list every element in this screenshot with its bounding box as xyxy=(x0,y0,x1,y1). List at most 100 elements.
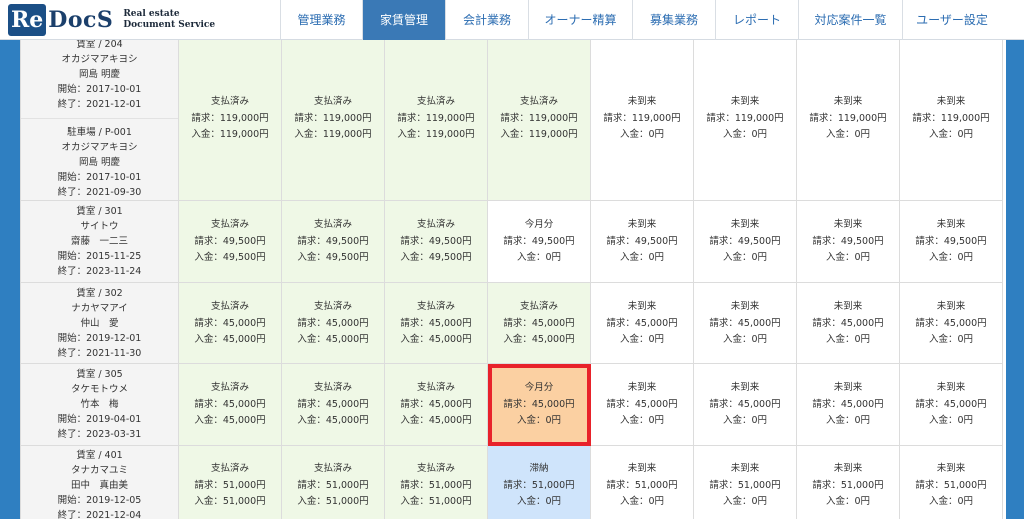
billed-amount: 請求：49,500円 xyxy=(194,236,266,247)
payment-cell-future[interactable]: 未到来 請求：45,000円 入金：0円 xyxy=(590,282,694,364)
payment-cell-paid[interactable]: 支払済み 請求：51,000円 入金：51,000円 xyxy=(281,445,385,519)
received-amount: 入金：0円 xyxy=(619,415,665,426)
payment-cell-future[interactable]: 未到来 請求：119,000円 入金：0円 xyxy=(796,40,900,201)
nav-item-3[interactable]: 会計業務 xyxy=(445,0,528,40)
payment-cell-paid[interactable]: 支払済み 請求：45,000円 入金：45,000円 xyxy=(281,282,385,364)
payment-cell-future[interactable]: 未到来 請求：45,000円 入金：0円 xyxy=(693,282,797,364)
billed-amount: 請求：119,000円 xyxy=(603,113,681,124)
payment-cell-paid[interactable]: 支払済み 請求：51,000円 入金：51,000円 xyxy=(384,445,488,519)
payment-cell-future[interactable]: 未到来 請求：49,500円 入金：0円 xyxy=(590,200,694,283)
payment-cell-paid[interactable]: 支払済み 請求：119,000円 入金：119,000円 xyxy=(487,40,591,201)
payment-cell-future[interactable]: 未到来 請求：51,000円 入金：0円 xyxy=(796,445,900,519)
nav-item-8[interactable]: ユーザー設定 xyxy=(902,0,1001,40)
billed-amount: 請求：119,000円 xyxy=(397,113,475,124)
received-amount: 入金：0円 xyxy=(825,129,871,140)
payment-status-label: 未到来 xyxy=(627,219,657,230)
payment-cell-future[interactable]: 未到来 請求：45,000円 入金：0円 xyxy=(796,282,900,364)
nav-item-7[interactable]: 対応案件一覧 xyxy=(798,0,902,40)
payment-status-label: 支払済み xyxy=(313,219,352,230)
unit-room[interactable]: 賃室 / 401 xyxy=(21,448,178,463)
received-amount: 入金：119,000円 xyxy=(397,129,475,140)
payment-cell-future[interactable]: 未到来 請求：51,000円 入金：0円 xyxy=(590,445,694,519)
received-amount: 入金：0円 xyxy=(722,415,768,426)
unit-room[interactable]: 賃室 / 204 xyxy=(21,40,178,52)
billed-amount: 請求：45,000円 xyxy=(194,317,266,329)
billed-amount: 請求：51,000円 xyxy=(503,480,575,491)
payment-cell-future[interactable]: 未到来 請求：119,000円 入金：0円 xyxy=(693,40,797,201)
payment-status-label: 支払済み xyxy=(313,382,352,393)
main-nav: 管理業務 家賃管理 会計業務 オーナー精算 募集業務 レポート 対応案件一覧 ユーザー設定 xyxy=(280,0,1001,40)
logo-subtitle-line1: Real estate xyxy=(123,9,180,19)
billed-amount: 請求：45,000円 xyxy=(915,317,987,329)
billed-amount: 請求：119,000円 xyxy=(809,113,887,124)
payment-cell-paid[interactable]: 支払済み 請求：45,000円 入金：45,000円 xyxy=(178,282,282,364)
payment-status-label: 未到来 xyxy=(936,219,966,230)
payment-cell-future[interactable]: 未到来 請求：45,000円 入金：0円 xyxy=(899,282,1003,364)
payment-cell-current[interactable]: 今月分 請求：49,500円 入金：0円 xyxy=(487,200,591,283)
unit-room[interactable]: 駐車場 / P-001 xyxy=(21,125,178,140)
payment-cell-paid[interactable]: 支払済み 請求：51,000円 入金：51,000円 xyxy=(178,445,282,519)
nav-item-6[interactable]: レポート xyxy=(715,0,798,40)
payment-status-label: 支払済み xyxy=(416,219,455,230)
redocs-logo[interactable]: Re DocS Real estate Document Service xyxy=(0,0,280,40)
payment-cell-paid[interactable]: 支払済み 請求：45,000円 入金：45,000円 xyxy=(384,363,488,446)
unit-info-cell: 賃室 / 301 サイトウ 齋藤 一二三 開始：2015-11-25 終了：2023-1… xyxy=(20,200,179,283)
payment-cell-future[interactable]: 未到来 請求：119,000円 入金：0円 xyxy=(590,40,694,201)
unit-room[interactable]: 賃室 / 301 xyxy=(21,204,178,219)
billed-amount: 請求：51,000円 xyxy=(297,480,369,491)
payment-cell-paid[interactable]: 支払済み 請求：49,500円 入金：49,500円 xyxy=(281,200,385,283)
payment-status-label: 未到来 xyxy=(833,300,863,312)
unit-start: 開始：2017-10-01 xyxy=(57,172,142,183)
payment-status-label: 未到来 xyxy=(730,382,760,393)
payment-cell-future[interactable]: 未到来 請求：45,000円 入金：0円 xyxy=(899,363,1003,446)
payment-cell-future[interactable]: 未到来 請求：49,500円 入金：0円 xyxy=(796,200,900,283)
payment-cell-paid[interactable]: 支払済み 請求：45,000円 入金：45,000円 xyxy=(178,363,282,446)
payment-cell-current-hl[interactable]: 今月分 請求：45,000円 入金：0円 xyxy=(487,363,591,446)
payment-cell-paid[interactable]: 支払済み 請求：45,000円 入金：45,000円 xyxy=(487,282,591,364)
received-amount: 入金：0円 xyxy=(516,415,562,426)
payment-cell-future[interactable]: 未到来 請求：45,000円 入金：0円 xyxy=(796,363,900,446)
app-page: Re DocS Real estate Document Service 管理業… xyxy=(0,0,1024,519)
payment-status-label: 支払済み xyxy=(313,463,352,474)
nav-item-4[interactable]: オーナー精算 xyxy=(528,0,632,40)
billed-amount: 請求：45,000円 xyxy=(503,317,575,329)
unit-room[interactable]: 賃室 / 302 xyxy=(21,286,178,301)
payment-status-label: 支払済み xyxy=(416,382,455,393)
payment-cell-future[interactable]: 未到来 請求：51,000円 入金：0円 xyxy=(899,445,1003,519)
unit-info-cell: 賃室 / 204 オカジマアキヨシ 岡島 明慶 開始：2017-10-01 終了：202… xyxy=(20,40,179,201)
payment-cell-paid[interactable]: 支払済み 請求：45,000円 入金：45,000円 xyxy=(384,282,488,364)
payment-cell-paid[interactable]: 支払済み 請求：119,000円 入金：119,000円 xyxy=(281,40,385,201)
payment-cell-paid[interactable]: 支払済み 請求：49,500円 入金：49,500円 xyxy=(178,200,282,283)
payment-cell-future[interactable]: 未到来 請求：49,500円 入金：0円 xyxy=(693,200,797,283)
received-amount: 入金：45,000円 xyxy=(400,415,472,426)
billed-amount: 請求：49,500円 xyxy=(812,236,884,247)
nav-item-1[interactable]: 管理業務 xyxy=(280,0,362,40)
nav-item-5[interactable]: 募集業務 xyxy=(632,0,715,40)
unit-room[interactable]: 賃室 / 305 xyxy=(21,367,178,382)
received-amount: 入金：0円 xyxy=(516,252,562,263)
payment-cell-paid[interactable]: 支払済み 請求：119,000円 入金：119,000円 xyxy=(384,40,488,201)
payment-cell-future[interactable]: 未到来 請求：45,000円 入金：0円 xyxy=(693,363,797,446)
billed-amount: 請求：119,000円 xyxy=(706,113,784,124)
billed-amount: 請求：49,500円 xyxy=(503,236,575,247)
payment-cell-future[interactable]: 未到来 請求：119,000円 入金：0円 xyxy=(899,40,1003,201)
payment-cell-future[interactable]: 未到来 請求：51,000円 入金：0円 xyxy=(693,445,797,519)
received-amount: 入金：49,500円 xyxy=(297,252,369,263)
payment-cell-paid[interactable]: 支払済み 請求：45,000円 入金：45,000円 xyxy=(281,363,385,446)
payment-cell-future[interactable]: 未到来 請求：49,500円 入金：0円 xyxy=(899,200,1003,283)
nav-item-2[interactable]: 家賃管理 xyxy=(362,0,445,40)
payment-cell-paid[interactable]: 支払済み 請求：49,500円 入金：49,500円 xyxy=(384,200,488,283)
unit-info-cell: 賃室 / 302 ナカヤマアイ 仲山 愛開始：2019-12-01 終了：2021-1… xyxy=(20,282,179,364)
received-amount: 入金：119,000円 xyxy=(191,129,269,140)
billed-amount: 請求：45,000円 xyxy=(915,399,987,410)
payment-cell-paid[interactable]: 支払済み 請求：119,000円 入金：119,000円 xyxy=(178,40,282,201)
billed-amount: 請求：45,000円 xyxy=(297,317,369,329)
table-row: 賃室 / 301 サイトウ 齋藤 一二三 開始：2015-11-25 終了：2023-1… xyxy=(20,200,1003,283)
payment-status-label: 滞納 xyxy=(529,463,549,474)
received-amount: 入金：51,000円 xyxy=(400,496,472,507)
payment-cell-future[interactable]: 未到来 請求：45,000円 入金：0円 xyxy=(590,363,694,446)
payment-cell-overdue[interactable]: 滞納 請求：51,000円 入金：0円 xyxy=(487,445,591,519)
received-amount: 入金：0円 xyxy=(928,496,974,507)
unit-end: 終了：2021-12-01 xyxy=(57,99,142,110)
billed-amount: 請求：45,000円 xyxy=(812,399,884,410)
